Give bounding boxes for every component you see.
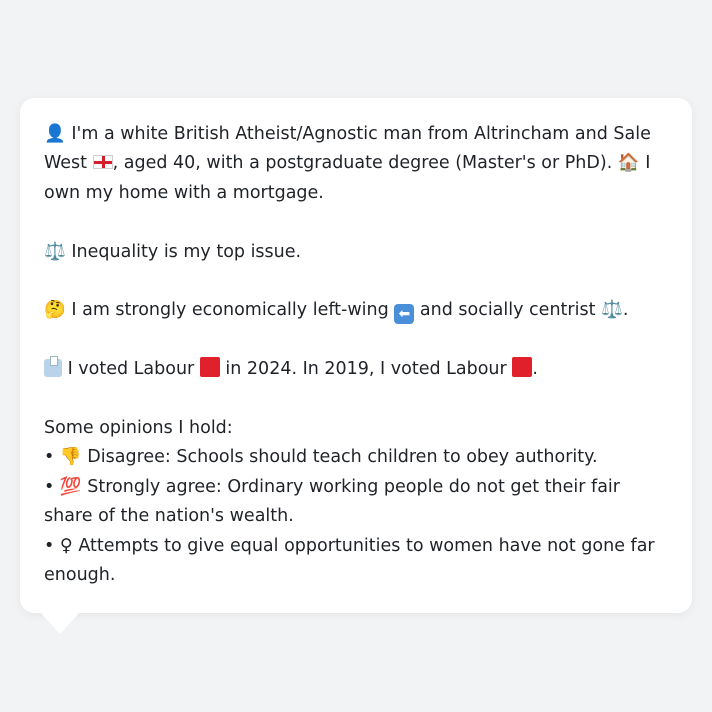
hundred-points-icon: 💯 bbox=[59, 476, 82, 497]
red-square-icon bbox=[512, 357, 533, 378]
opinion-item: • 💯 Strongly agree: Ordinary working peo… bbox=[44, 473, 668, 532]
female-sign-icon: ♀ bbox=[59, 535, 73, 556]
opinion-text: Strongly agree: Ordinary working people … bbox=[44, 476, 620, 527]
opinion-text: Disagree: Schools should teach children … bbox=[87, 447, 598, 468]
issue-text: Inequality is my top issue. bbox=[71, 241, 302, 262]
intro-paragraph: 👤 I'm a white British Atheist/Agnostic m… bbox=[44, 120, 668, 208]
profile-card: 👤 I'm a white British Atheist/Agnostic m… bbox=[20, 98, 692, 613]
bullet: • bbox=[44, 535, 55, 556]
vote-text: I voted Labour bbox=[67, 359, 195, 380]
england-flag-icon bbox=[92, 155, 113, 170]
vote-text-3: . bbox=[532, 359, 538, 380]
thumbs-down-icon: 👎 bbox=[59, 447, 82, 468]
ideology-text-3: . bbox=[622, 300, 629, 321]
ideology-text-2: and socially centrist bbox=[419, 300, 596, 321]
vote-text-2: in 2024. In 2019, I voted Labour bbox=[225, 359, 507, 380]
bullet: • bbox=[44, 447, 55, 468]
opinion-item: • ♀ Attempts to give equal opportunities… bbox=[44, 532, 668, 591]
speech-bubble-tail bbox=[40, 612, 80, 634]
left-arrow-icon: ⬅ bbox=[394, 304, 415, 325]
scales-icon: ⚖️ bbox=[601, 300, 623, 321]
intro-text-2: , aged 40, with a postgraduate degree (M… bbox=[112, 153, 613, 174]
house-icon: 🏠 bbox=[617, 153, 640, 174]
opinion-item: • 👎 Disagree: Schools should teach child… bbox=[44, 443, 668, 472]
opinion-text: Attempts to give equal opportunities to … bbox=[44, 535, 655, 586]
person-icon: 👤 bbox=[44, 124, 66, 144]
issue-paragraph: ⚖️ Inequality is my top issue. bbox=[44, 238, 668, 267]
thinking-face-icon: 🤔 bbox=[44, 300, 66, 321]
opinions-heading: Some opinions I hold: bbox=[44, 418, 233, 438]
red-square-icon bbox=[199, 357, 220, 378]
vote-paragraph: I voted Labour in 2024. In 2019, I voted… bbox=[44, 355, 668, 384]
ideology-paragraph: 🤔 I am strongly economically left-wing ⬅… bbox=[44, 296, 668, 325]
bullet: • bbox=[44, 476, 55, 497]
ballot-box-icon bbox=[44, 356, 62, 378]
scales-icon: ⚖️ bbox=[44, 241, 66, 262]
ideology-text: I am strongly economically left-wing bbox=[71, 300, 389, 321]
